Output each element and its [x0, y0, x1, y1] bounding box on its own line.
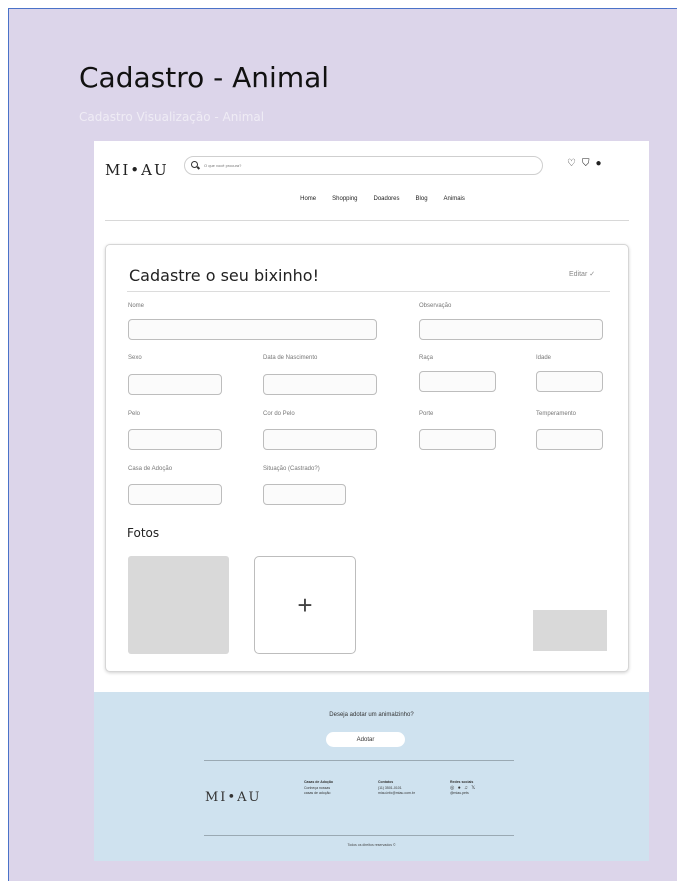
header-icons: ♡ ⛉ ● [567, 158, 602, 169]
situacao-input[interactable] [263, 484, 346, 505]
nav-doadores[interactable]: Doadores [374, 196, 400, 202]
idade-label: Idade [536, 355, 552, 361]
situacao-label: Situação (Castrado?) [263, 466, 320, 472]
raca-input[interactable] [419, 371, 496, 392]
heart-icon[interactable]: ♡ [567, 158, 576, 169]
sexo-input[interactable] [128, 374, 222, 395]
idade-input[interactable] [536, 371, 603, 392]
footer-col-adoption-title: Casas de Adoção [304, 780, 334, 784]
search-input[interactable] [204, 163, 504, 168]
fotos-title: Fotos [127, 526, 160, 540]
temperamento-label: Temperamento [536, 411, 577, 417]
page-mockup: MI•AU ♡ ⛉ ● Home Shopping Doadores Blog … [94, 141, 649, 861]
footer-col-contacts: Contatos (11) 3501-0101 miau.info@miau.c… [378, 780, 415, 796]
footer-col-social: Redes sociais ◎ ● ♫ 𝕏 @miau.pets [450, 780, 476, 796]
footer: Deseja adotar um animalzinho? Adotar MI•… [94, 692, 649, 861]
form-title-divider [127, 291, 610, 292]
frame-subtitle: Cadastro Visualização - Animal [79, 110, 265, 124]
temperamento-input[interactable] [536, 429, 603, 450]
pelo-label: Pelo [128, 411, 141, 417]
photo-thumbnail[interactable] [128, 556, 229, 654]
data-nascimento-label: Data de Nascimento [263, 355, 318, 361]
data-nascimento-input[interactable] [263, 374, 377, 395]
nav-animais[interactable]: Animais [444, 196, 465, 202]
porte-input[interactable] [419, 429, 496, 450]
design-canvas: Cadastro - Animal Cadastro Visualização … [8, 8, 677, 881]
save-button-placeholder[interactable] [533, 610, 607, 651]
footer-col-contacts-title: Contatos [378, 780, 394, 784]
main-nav: Home Shopping Doadores Blog Animais [94, 196, 649, 202]
nav-shopping[interactable]: Shopping [332, 196, 357, 202]
nome-input[interactable] [128, 319, 377, 340]
pelo-input[interactable] [128, 429, 222, 450]
cor-pelo-label: Cor do Pelo [263, 411, 295, 417]
footer-divider-top [204, 760, 514, 761]
observacao-label: Observação [419, 303, 452, 309]
search-icon [191, 161, 200, 170]
observacao-input[interactable] [419, 319, 603, 340]
shopping-bag-icon[interactable]: ⛉ [582, 158, 590, 169]
casa-adocao-input[interactable] [128, 484, 222, 505]
social-handle[interactable]: @miau.pets [450, 791, 476, 796]
porte-label: Porte [419, 411, 434, 417]
nome-label: Nome [128, 303, 145, 309]
adopt-button[interactable]: Adotar [326, 732, 405, 747]
header-divider [105, 220, 629, 221]
plus-icon: + [297, 589, 313, 620]
footer-col-adoption: Casas de Adoção Conheça nossas casas de … [304, 780, 333, 796]
brand-logo[interactable]: MI•AU [105, 161, 169, 179]
add-photo-button[interactable]: + [254, 556, 356, 654]
footer-logo: MI•AU [205, 790, 262, 805]
copyright-text: Todos os direitos reservados © [347, 843, 396, 847]
footer-divider-bottom [204, 835, 514, 836]
animal-form-card: Cadastre o seu bixinho! Editar ✓ Nome Ob… [105, 244, 629, 672]
form-title: Cadastre o seu bixinho! [129, 266, 319, 285]
raca-label: Raça [419, 355, 434, 361]
search-bar[interactable] [184, 156, 543, 175]
user-icon[interactable]: ● [595, 158, 601, 169]
footer-email[interactable]: miau.info@miau.com.br [378, 791, 415, 796]
nav-blog[interactable]: Blog [416, 196, 428, 202]
nav-home[interactable]: Home [300, 196, 316, 202]
edit-button[interactable]: Editar ✓ [569, 270, 595, 278]
casa-adocao-label: Casa de Adoção [128, 466, 173, 472]
cor-pelo-input[interactable] [263, 429, 377, 450]
frame-title: Cadastro - Animal [79, 61, 330, 94]
sexo-label: Sexo [128, 355, 142, 361]
adopt-cta-text: Deseja adotar um animalzinho? [329, 712, 414, 718]
footer-col-adoption-line[interactable]: casas de adoção [304, 791, 333, 796]
